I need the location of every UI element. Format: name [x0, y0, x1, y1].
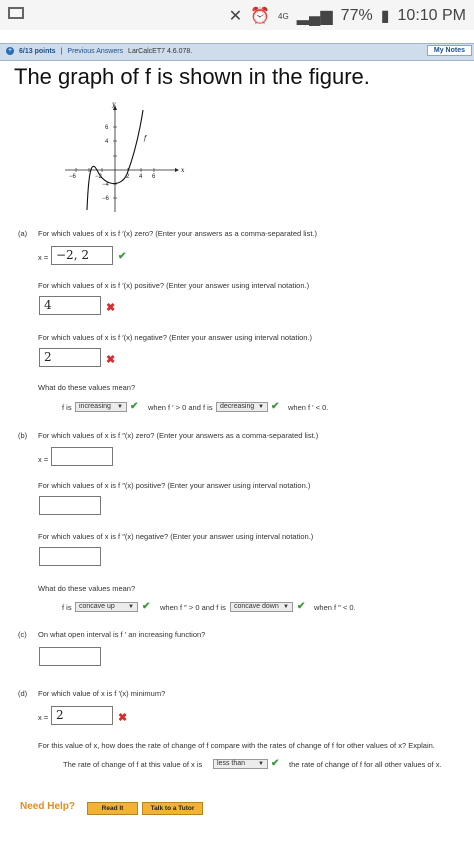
correct-check-icon: ✔ [297, 601, 306, 612]
part-b-label: (b) [18, 431, 28, 440]
part-a-answer-3-value: 2 [44, 350, 52, 364]
signal-icon: ▂▄▆ [296, 8, 333, 25]
status-icons: ✕ ⏰ 4G ▂▄▆ 77% ▮ 10:10 PM [229, 6, 466, 26]
part-a-select-2-value: decreasing [220, 403, 255, 410]
x-tick-label: −2 [95, 174, 103, 180]
previous-answers-link[interactable]: Previous Answers [67, 48, 123, 55]
part-a-answer-2-value: 4 [44, 298, 52, 312]
curve-label: f [143, 135, 148, 142]
status-bar: ✕ ⏰ 4G ▂▄▆ 77% ▮ 10:10 PM [0, 0, 474, 30]
incorrect-x-icon: ✖ [118, 712, 128, 724]
part-a-question-4: What do these values mean? [38, 383, 136, 392]
part-a-select-1[interactable]: increasing ▼ [75, 402, 127, 412]
part-b-question-2: For which values of x is f ″(x) positive… [38, 481, 311, 490]
part-a-answer-3-input[interactable]: 2 [39, 348, 101, 367]
battery-percent: 77% [340, 7, 373, 24]
part-d-select-1[interactable]: less than ▼ [213, 759, 268, 769]
my-notes-button[interactable]: My Notes [426, 45, 472, 56]
part-b-when-negative: when f ″ < 0. [314, 603, 356, 612]
y-tick-label: 6 [105, 125, 109, 131]
x-axis-arrow [175, 168, 179, 172]
incorrect-x-icon: ✖ [106, 354, 116, 366]
part-a-select-1-value: increasing [79, 403, 111, 410]
chevron-down-icon: ▼ [117, 404, 123, 410]
part-a-answer-1-input[interactable]: −2, 2 [51, 246, 113, 265]
part-d-answer-value: 2 [56, 708, 64, 722]
part-b-answer-2-input[interactable] [39, 496, 101, 515]
correct-check-icon: ✔ [271, 758, 280, 769]
y-axis-label: y [111, 101, 116, 108]
part-b-select-1-value: concave up [79, 603, 115, 610]
alarm-icon: ⏰ [250, 8, 271, 25]
part-a-x-prefix: x = [38, 253, 49, 262]
part-b-select-2[interactable]: concave down ▼ [230, 602, 293, 612]
part-b-f-is: f is [62, 603, 72, 612]
part-b-question-1: For which values of x is f ″(x) zero? (E… [38, 431, 319, 440]
function-graph: y x f −6 −2 2 4 6 6 4 −4 −6 [65, 101, 185, 212]
y-tick-label: 4 [105, 139, 109, 145]
part-d-x-prefix: x = [38, 713, 49, 722]
read-it-button[interactable]: Read It [87, 802, 138, 815]
x-tick-label: 6 [152, 174, 156, 180]
battery-icon: ▮ [380, 8, 390, 25]
part-a-label: (a) [18, 229, 28, 238]
part-a-f-is: f is [62, 403, 72, 412]
expand-icon[interactable]: + [6, 47, 14, 55]
part-d-answer-input[interactable]: 2 [51, 706, 113, 725]
part-b-select-2-value: concave down [234, 603, 279, 610]
part-c-answer-input[interactable] [39, 647, 101, 666]
correct-check-icon: ✔ [142, 601, 151, 612]
chevron-down-icon: ▼ [128, 604, 134, 610]
need-help-label: Need Help? [20, 801, 76, 812]
chevron-down-icon: ▼ [258, 404, 264, 410]
x-axis-label: x [181, 167, 185, 174]
correct-check-icon: ✔ [130, 401, 139, 412]
question-toolbar: + 6/13 points | Previous Answers LarCalc… [0, 43, 474, 61]
x-tick-label: −6 [69, 174, 77, 180]
part-b-x-prefix: x = [38, 455, 49, 464]
part-a-question-1: For which values of x is f ′(x) zero? (E… [38, 229, 318, 238]
chevron-down-icon: ▼ [258, 761, 264, 767]
correct-check-icon: ✔ [118, 251, 127, 262]
part-a-answer-2-input[interactable]: 4 [39, 296, 101, 315]
part-a-answer-1-value: −2, 2 [56, 248, 89, 262]
page-title: The graph of f is shown in the figure. [14, 64, 370, 89]
points-score: 6/13 points [19, 47, 56, 55]
part-a-select-2[interactable]: decreasing ▼ [216, 402, 268, 412]
part-d-label: (d) [18, 689, 28, 698]
x-tick-label: 4 [139, 174, 143, 180]
part-b-question-3: For which values of x is f ″(x) negative… [38, 532, 314, 541]
part-d-sentence-suffix: the rate of change of f for all other va… [289, 760, 442, 769]
separator: | [60, 47, 63, 55]
talk-to-tutor-button[interactable]: Talk to a Tutor [142, 802, 203, 815]
part-b-select-1[interactable]: concave up ▼ [75, 602, 138, 612]
clock: 10:10 PM [397, 7, 466, 24]
part-a-question-3: For which values of x is f ′(x) negative… [38, 333, 313, 342]
problem-id: LarCalcET7 4.6.078. [128, 47, 193, 55]
chevron-down-icon: ▼ [283, 604, 289, 610]
part-a-question-2: For which values of x is f ′(x) positive… [38, 281, 310, 290]
incorrect-x-icon: ✖ [106, 302, 116, 314]
part-b-answer-1-input[interactable] [51, 447, 113, 466]
network-type: 4G [278, 11, 289, 21]
part-d-sentence-prefix: The rate of change of f at this value of… [63, 760, 203, 769]
part-d-question-1: For which value of x is f ′(x) minimum? [38, 689, 166, 698]
y-tick-label: −4 [102, 182, 110, 188]
part-b-question-4: What do these values mean? [38, 584, 136, 593]
y-tick-label: −6 [102, 196, 110, 202]
correct-check-icon: ✔ [271, 401, 280, 412]
part-a-when-negative: when f ′ < 0. [288, 403, 329, 412]
part-c-label: (c) [18, 630, 27, 639]
part-d-question-2: For this value of x, how does the rate o… [38, 741, 435, 750]
part-c-question-1: On what open interval is f ′ an increasi… [38, 630, 206, 639]
part-d-select-1-value: less than [217, 760, 246, 767]
part-a-when-positive: when f ′ > 0 and f is [148, 403, 213, 412]
part-b-answer-3-input[interactable] [39, 547, 101, 566]
part-b-when-positive: when f ″ > 0 and f is [160, 603, 226, 612]
image-notification-icon [8, 7, 24, 19]
mute-icon: ✕ [228, 8, 243, 25]
x-tick-label: 2 [126, 174, 130, 180]
